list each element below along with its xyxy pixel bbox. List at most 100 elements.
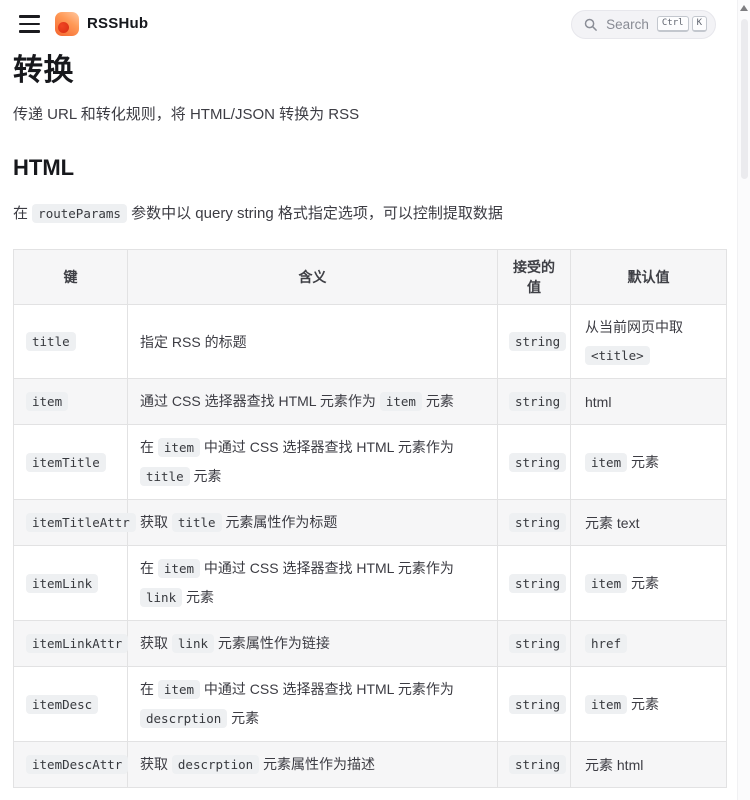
inline-code: descrption (172, 755, 259, 774)
cell-default-value: 从当前网页中取 <title> (571, 305, 727, 379)
inline-code: item (158, 559, 200, 578)
cell-accepted-values: string (498, 742, 571, 788)
table-body: title 指定 RSS 的标题 string 从当前网页中取 <title> item… (14, 305, 727, 788)
inline-code: <title> (585, 346, 650, 365)
nav-left: RSSHub (13, 11, 148, 36)
cell-default-value: 元素 text (571, 500, 727, 546)
column-header-default-value: 默认值 (571, 250, 727, 305)
inline-code: item (585, 574, 627, 593)
rsshub-logo-icon (55, 12, 79, 36)
inline-code: itemDesc (26, 695, 98, 714)
table-row: itemDesc 在 item 中通过 CSS 选择器查找 HTML 元素作为 d… (14, 667, 727, 742)
table-row: item通过 CSS 选择器查找 HTML 元素作为 item 元素string… (14, 379, 727, 425)
cell-default-value: item 元素 (571, 546, 727, 621)
options-table: 键 含义 接受的值 默认值 title 指定 RSS 的标题 string 从当前网页… (13, 249, 727, 788)
cell-accepted-values: string (498, 500, 571, 546)
table-row: itemLinkAttr获取 link 元素属性作为链接 string href (14, 621, 727, 667)
cell-key: itemTitleAttr (14, 500, 128, 546)
cell-meaning: 在 item 中通过 CSS 选择器查找 HTML 元素作为 title 元素 (128, 425, 498, 500)
inline-code: item (26, 392, 68, 411)
cell-default-value: html (571, 379, 727, 425)
inline-code: item (380, 392, 422, 411)
inline-code: itemLinkAttr (26, 634, 128, 653)
inline-code: string (509, 453, 566, 472)
inline-code: string (509, 755, 566, 774)
table-row: itemDescAttr获取 descrption 元素属性作为描述 string… (14, 742, 727, 788)
cell-accepted-values: string (498, 305, 571, 379)
table-row: itemTitleAttr获取 title 元素属性作为标题 string 元素 t… (14, 500, 727, 546)
inline-code: string (509, 332, 566, 351)
inline-code: string (509, 392, 566, 411)
inline-code: string (509, 513, 566, 532)
table-header-row: 键 含义 接受的值 默认值 (14, 250, 727, 305)
cell-meaning: 指定 RSS 的标题 (128, 305, 498, 379)
key-ctrl: Ctrl (657, 16, 689, 32)
inline-code: link (140, 588, 182, 607)
cell-key: itemDesc (14, 667, 128, 742)
section-heading-html: HTML (13, 155, 726, 181)
cell-accepted-values: string (498, 667, 571, 742)
search-shortcut: Ctrl K (657, 16, 707, 32)
inline-code: link (172, 634, 214, 653)
inline-code: item (585, 695, 627, 714)
cell-meaning: 获取 link 元素属性作为链接 (128, 621, 498, 667)
brand-link[interactable]: RSSHub (55, 12, 148, 36)
cell-meaning: 在 item 中通过 CSS 选择器查找 HTML 元素作为 descrptio… (128, 667, 498, 742)
section-intro: 在 routeParams 参数中以 query string 格式指定选项，可… (13, 202, 726, 226)
page: RSSHub Search Ctrl K 转换 传递 URL 和转化规则，将 H… (0, 0, 750, 800)
search-label: Search (606, 17, 649, 32)
cell-key: itemLinkAttr (14, 621, 128, 667)
cell-meaning: 获取 title 元素属性作为标题 (128, 500, 498, 546)
cell-accepted-values: string (498, 546, 571, 621)
inline-code: itemTitle (26, 453, 106, 472)
hamburger-bar (19, 15, 40, 17)
inline-code: title (26, 332, 76, 351)
inline-code: itemTitleAttr (26, 513, 136, 532)
cell-accepted-values: string (498, 379, 571, 425)
cell-meaning: 在 item 中通过 CSS 选择器查找 HTML 元素作为 link 元素 (128, 546, 498, 621)
scrollbar-thumb[interactable] (741, 19, 748, 179)
table-row: title 指定 RSS 的标题 string 从当前网页中取 <title> (14, 305, 727, 379)
inline-code: title (172, 513, 222, 532)
page-subtitle: 传递 URL 和转化规则，将 HTML/JSON 转换为 RSS (13, 105, 726, 125)
inline-code: routeParams (32, 204, 127, 223)
hamburger-menu-button[interactable] (17, 11, 42, 36)
cell-key: title (14, 305, 128, 379)
inline-code: href (585, 634, 627, 653)
cell-default-value: item 元素 (571, 425, 727, 500)
inline-code: item (585, 453, 627, 472)
brand-title: RSSHub (87, 15, 148, 32)
search-icon (583, 17, 598, 32)
inline-code: item (158, 680, 200, 699)
key-k: K (692, 16, 707, 32)
inline-code: string (509, 695, 566, 714)
inline-code: descrption (140, 709, 227, 728)
inline-code: title (140, 467, 190, 486)
cell-default-value: 元素 html (571, 742, 727, 788)
cell-key: itemTitle (14, 425, 128, 500)
hamburger-bar (19, 23, 40, 25)
cell-key: item (14, 379, 128, 425)
search-button[interactable]: Search Ctrl K (571, 10, 716, 39)
cell-default-value: item 元素 (571, 667, 727, 742)
cell-meaning: 获取 descrption 元素属性作为描述 (128, 742, 498, 788)
column-header-accepted-values: 接受的值 (498, 250, 571, 305)
inline-code: item (158, 438, 200, 457)
inline-code: itemLink (26, 574, 98, 593)
cell-accepted-values: string (498, 425, 571, 500)
cell-key: itemLink (14, 546, 128, 621)
doc-content: 转换 传递 URL 和转化规则，将 HTML/JSON 转换为 RSS HTML… (13, 54, 726, 800)
top-nav: RSSHub Search Ctrl K (13, 0, 726, 48)
scrollbar[interactable] (737, 0, 750, 800)
cell-meaning: 通过 CSS 选择器查找 HTML 元素作为 item 元素 (128, 379, 498, 425)
inline-code: string (509, 634, 566, 653)
table-row: itemTitle 在 item 中通过 CSS 选择器查找 HTML 元素作为 … (14, 425, 727, 500)
cell-key: itemDescAttr (14, 742, 128, 788)
scroll-up-arrow-icon[interactable] (740, 5, 748, 11)
column-header-key: 键 (14, 250, 128, 305)
hamburger-bar (19, 30, 40, 32)
cell-default-value: href (571, 621, 727, 667)
table-row: itemLink 在 item 中通过 CSS 选择器查找 HTML 元素作为 l… (14, 546, 727, 621)
cell-accepted-values: string (498, 621, 571, 667)
page-title: 转换 (13, 54, 726, 88)
